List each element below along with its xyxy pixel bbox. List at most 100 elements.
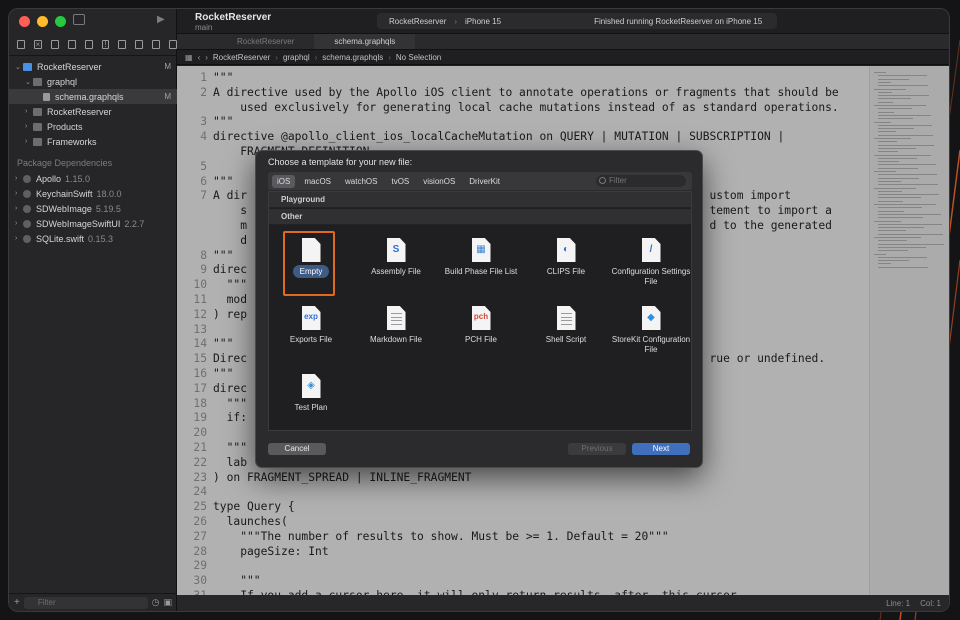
template-label: PCH File (439, 335, 523, 345)
project-icon (23, 62, 32, 71)
issue-warning-icon[interactable]: ! (101, 40, 110, 49)
tree-item[interactable]: ⌄ RocketReserver M (9, 59, 177, 74)
bookmark-icon[interactable] (67, 40, 76, 49)
test-diamond-icon[interactable] (118, 40, 127, 49)
tab-rocketreserver[interactable]: RocketReserver (217, 34, 314, 49)
template-item[interactable]: Markdown File (354, 306, 438, 345)
template-label-text: PCH File (464, 335, 497, 344)
chevron-right-icon[interactable]: › (15, 190, 23, 197)
template-item[interactable]: ◐ CLIPS File (524, 238, 608, 277)
zoom-window-button[interactable] (55, 16, 66, 27)
cancel-button[interactable]: Cancel (268, 443, 326, 455)
tree-item[interactable]: › RocketReserver (9, 104, 177, 119)
template-item[interactable]: ▦ Build Phase File List (439, 238, 523, 277)
template-item[interactable]: Empty (269, 231, 353, 296)
folder-icon (33, 107, 42, 116)
template-glyph: / (649, 244, 653, 255)
tab-ios[interactable]: iOS (272, 174, 296, 188)
breadcrumb-separator: › (388, 52, 391, 62)
tab-macos[interactable]: macOS (299, 175, 336, 188)
sidebar-toggle-icon[interactable] (73, 14, 85, 25)
project-title: RocketReserver main (195, 12, 271, 32)
tree-item[interactable]: › Products (9, 119, 177, 134)
package-item[interactable]: › SQLite.swift 0.15.3 (9, 231, 177, 246)
template-item[interactable]: / Configuration Settings File (609, 238, 693, 287)
package-item[interactable]: › KeychainSwift 18.0.0 (9, 186, 177, 201)
file-template-icon (386, 306, 406, 330)
file-template-icon: ◈ (301, 374, 321, 398)
template-item[interactable]: pch PCH File (439, 306, 523, 345)
package-name: SDWebImageSwiftUI (36, 218, 121, 229)
navigator-filter-bar: + Filter ◷ ▣ (9, 593, 177, 611)
debug-icon[interactable] (135, 40, 144, 49)
text-line-glyph (390, 313, 402, 314)
chevron-right-icon[interactable]: › (15, 175, 23, 182)
close-window-button[interactable] (19, 16, 30, 27)
template-item[interactable]: ◈ Test Plan (269, 374, 353, 413)
tab-schema-graphqls[interactable]: schema.graphqls (314, 34, 416, 49)
file-template-icon: ◐ (556, 238, 576, 262)
minimize-window-button[interactable] (37, 16, 48, 27)
tab-visionos[interactable]: visionOS (418, 175, 460, 188)
template-item[interactable]: exp Exports File (269, 306, 353, 345)
template-filter-input[interactable]: Filter (596, 175, 686, 187)
text-line-glyph (390, 320, 402, 321)
template-glyph: ▦ (476, 244, 486, 255)
file-template-icon: exp (301, 306, 321, 330)
template-label: Assembly File (354, 267, 438, 277)
breadcrumb-item[interactable]: graphql (283, 53, 310, 62)
template-glyph: exp (304, 312, 318, 321)
scheme-selector[interactable]: RocketReserver › iPhone 15 Finished runn… (377, 13, 777, 29)
tree-item-label: schema.graphqls (55, 91, 124, 102)
package-version: 5.19.5 (95, 203, 121, 214)
breadcrumb-item[interactable]: schema.graphqls (322, 53, 383, 62)
recent-files-icon[interactable]: ◷ (152, 597, 160, 608)
package-item[interactable]: › SDWebImageSwiftUI 2.2.7 (9, 216, 177, 231)
file-template-icon (301, 238, 321, 262)
back-icon[interactable]: ‹ (198, 53, 201, 62)
tab-driverkit[interactable]: DriverKit (464, 175, 505, 188)
chevron-right-icon[interactable]: › (15, 220, 23, 227)
chevron-right-icon[interactable]: › (15, 205, 23, 212)
source-control-icon[interactable]: × (33, 40, 42, 49)
template-item[interactable]: ◆ StoreKit Configuration File (609, 306, 693, 355)
chevron-right-icon[interactable]: › (25, 123, 33, 130)
find-icon[interactable] (84, 40, 93, 49)
chevron-down-icon[interactable]: ⌄ (25, 78, 33, 86)
breadcrumb-item[interactable]: No Selection (396, 53, 441, 62)
text-line-glyph (390, 316, 402, 318)
package-item[interactable]: › Apollo 1.15.0 (9, 171, 177, 186)
filter-options-icon[interactable]: ▣ (163, 597, 172, 608)
project-navigator-icon[interactable] (17, 40, 25, 49)
previous-button[interactable]: Previous (568, 443, 626, 455)
package-name: SQLite.swift (36, 233, 85, 244)
tree-item[interactable]: › Frameworks (9, 134, 177, 149)
add-icon[interactable]: + (14, 597, 20, 608)
package-icon (23, 204, 31, 213)
navigator-filter-input[interactable]: Filter (23, 596, 148, 609)
scheme-target[interactable]: RocketReserver (389, 17, 446, 26)
tab-watchos[interactable]: watchOS (340, 175, 382, 188)
breadcrumb-item[interactable]: RocketReserver (213, 53, 270, 62)
grid-icon[interactable]: ▦ (185, 53, 193, 62)
symbol-navigator-icon[interactable] (50, 40, 59, 49)
breakpoint-icon[interactable] (152, 40, 161, 49)
template-item[interactable]: Shell Script (524, 306, 608, 345)
chevron-right-icon[interactable]: › (15, 235, 23, 242)
window-controls (19, 16, 66, 27)
navigator-toolbar: × ! (9, 34, 178, 56)
tree-item-selected[interactable]: schema.graphqls M (9, 89, 177, 104)
chevron-down-icon[interactable]: ⌄ (15, 63, 23, 71)
tab-tvos[interactable]: tvOS (386, 175, 414, 188)
forward-icon[interactable]: › (205, 53, 208, 62)
report-icon[interactable] (169, 40, 178, 49)
run-icon[interactable]: ▶ (157, 14, 165, 25)
template-item[interactable]: S Assembly File (354, 238, 438, 277)
device-selector[interactable]: iPhone 15 (465, 17, 501, 26)
next-button[interactable]: Next (632, 443, 690, 455)
chevron-right-icon[interactable]: › (25, 138, 33, 145)
tree-item[interactable]: ⌄ graphql (9, 74, 177, 89)
chevron-right-icon[interactable]: › (25, 108, 33, 115)
template-label-text: Exports File (289, 335, 333, 344)
package-item[interactable]: › SDWebImage 5.19.5 (9, 201, 177, 216)
